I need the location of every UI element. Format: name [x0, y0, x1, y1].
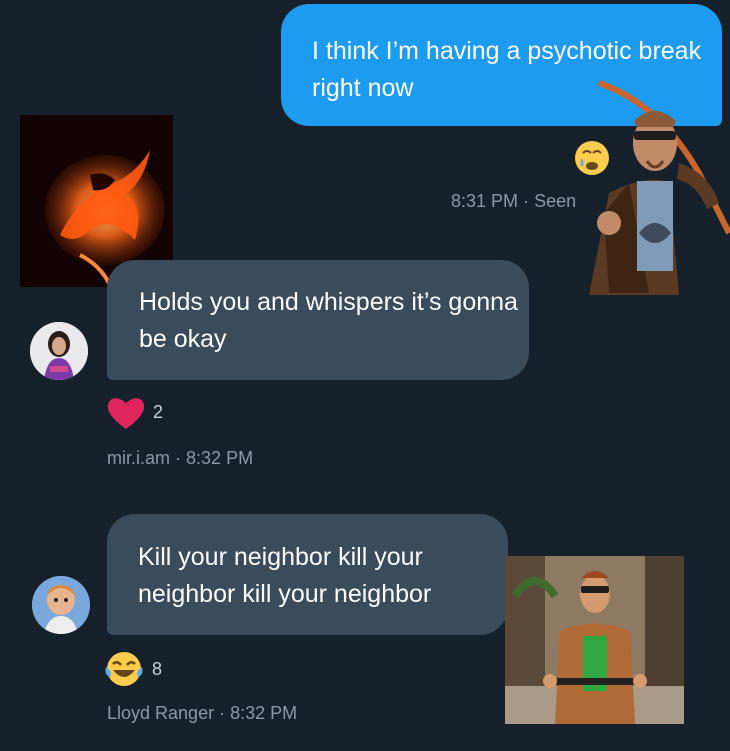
- incoming-message-bubble[interactable]: Holds you and whispers it’s gonna be oka…: [107, 260, 529, 380]
- avatar-mir-i-am[interactable]: [30, 322, 88, 380]
- incoming-meta-2: Lloyd Ranger · 8:32 PM: [107, 703, 297, 724]
- incoming-message-bubble[interactable]: Kill your neighbor kill your neighbor ki…: [107, 514, 508, 635]
- incoming-meta-1: mir.i.am · 8:32 PM: [107, 448, 253, 469]
- message-time: 8:32 PM: [230, 703, 298, 723]
- meta-separator: ·: [219, 703, 226, 723]
- meta-separator: ·: [175, 448, 182, 468]
- laugh-reaction-count: 8: [152, 659, 163, 679]
- sender-name[interactable]: Lloyd Ranger: [107, 703, 214, 723]
- meta-separator: ·: [523, 191, 530, 211]
- outgoing-time: 8:31 PM: [451, 191, 519, 211]
- incoming-message-text: Holds you and whispers it’s gonna be oka…: [139, 288, 518, 353]
- heart-icon[interactable]: [106, 395, 146, 431]
- seen-label: Seen: [534, 191, 577, 211]
- scooter-man-image: [505, 556, 684, 724]
- scythe-man-image: [579, 63, 730, 295]
- outgoing-meta: 8:31 PM · Seen: [451, 191, 576, 212]
- avatar-lloyd-ranger[interactable]: [32, 576, 90, 634]
- incoming-message-text: Kill your neighbor kill your neighbor ki…: [138, 543, 432, 608]
- sender-name[interactable]: mir.i.am: [107, 448, 170, 468]
- heart-reaction-count: 2: [153, 402, 164, 422]
- message-time: 8:32 PM: [186, 448, 254, 468]
- laughing-emoji-icon[interactable]: [104, 649, 144, 689]
